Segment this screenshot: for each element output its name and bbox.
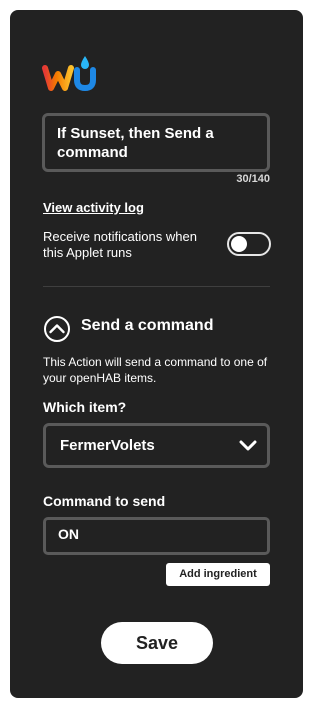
- chevron-down-icon: [239, 440, 257, 451]
- action-description: This Action will send a command to one o…: [43, 355, 268, 385]
- command-label: Command to send: [43, 493, 166, 509]
- view-activity-log-link[interactable]: View activity log: [43, 200, 144, 215]
- notifications-label: Receive notifications when this Applet r…: [43, 229, 197, 260]
- notifications-toggle[interactable]: [227, 232, 271, 256]
- command-input[interactable]: ON: [43, 517, 270, 555]
- divider: [43, 286, 270, 287]
- add-ingredient-button[interactable]: Add ingredient: [166, 563, 270, 586]
- character-count: 30/140: [236, 173, 270, 185]
- save-button[interactable]: Save: [101, 622, 213, 664]
- applet-edit-panel: If Sunset, then Send a command 30/140 Vi…: [10, 10, 303, 698]
- which-item-selected-value: FermerVolets: [60, 437, 155, 454]
- action-title: Send a command: [81, 317, 214, 334]
- which-item-label: Which item?: [43, 399, 127, 415]
- applet-title-field[interactable]: If Sunset, then Send a command: [42, 113, 270, 172]
- chevron-up-circle-icon[interactable]: [43, 315, 71, 343]
- which-item-select[interactable]: FermerVolets: [43, 423, 270, 468]
- weather-underground-logo: [42, 56, 96, 92]
- toggle-knob: [231, 236, 247, 252]
